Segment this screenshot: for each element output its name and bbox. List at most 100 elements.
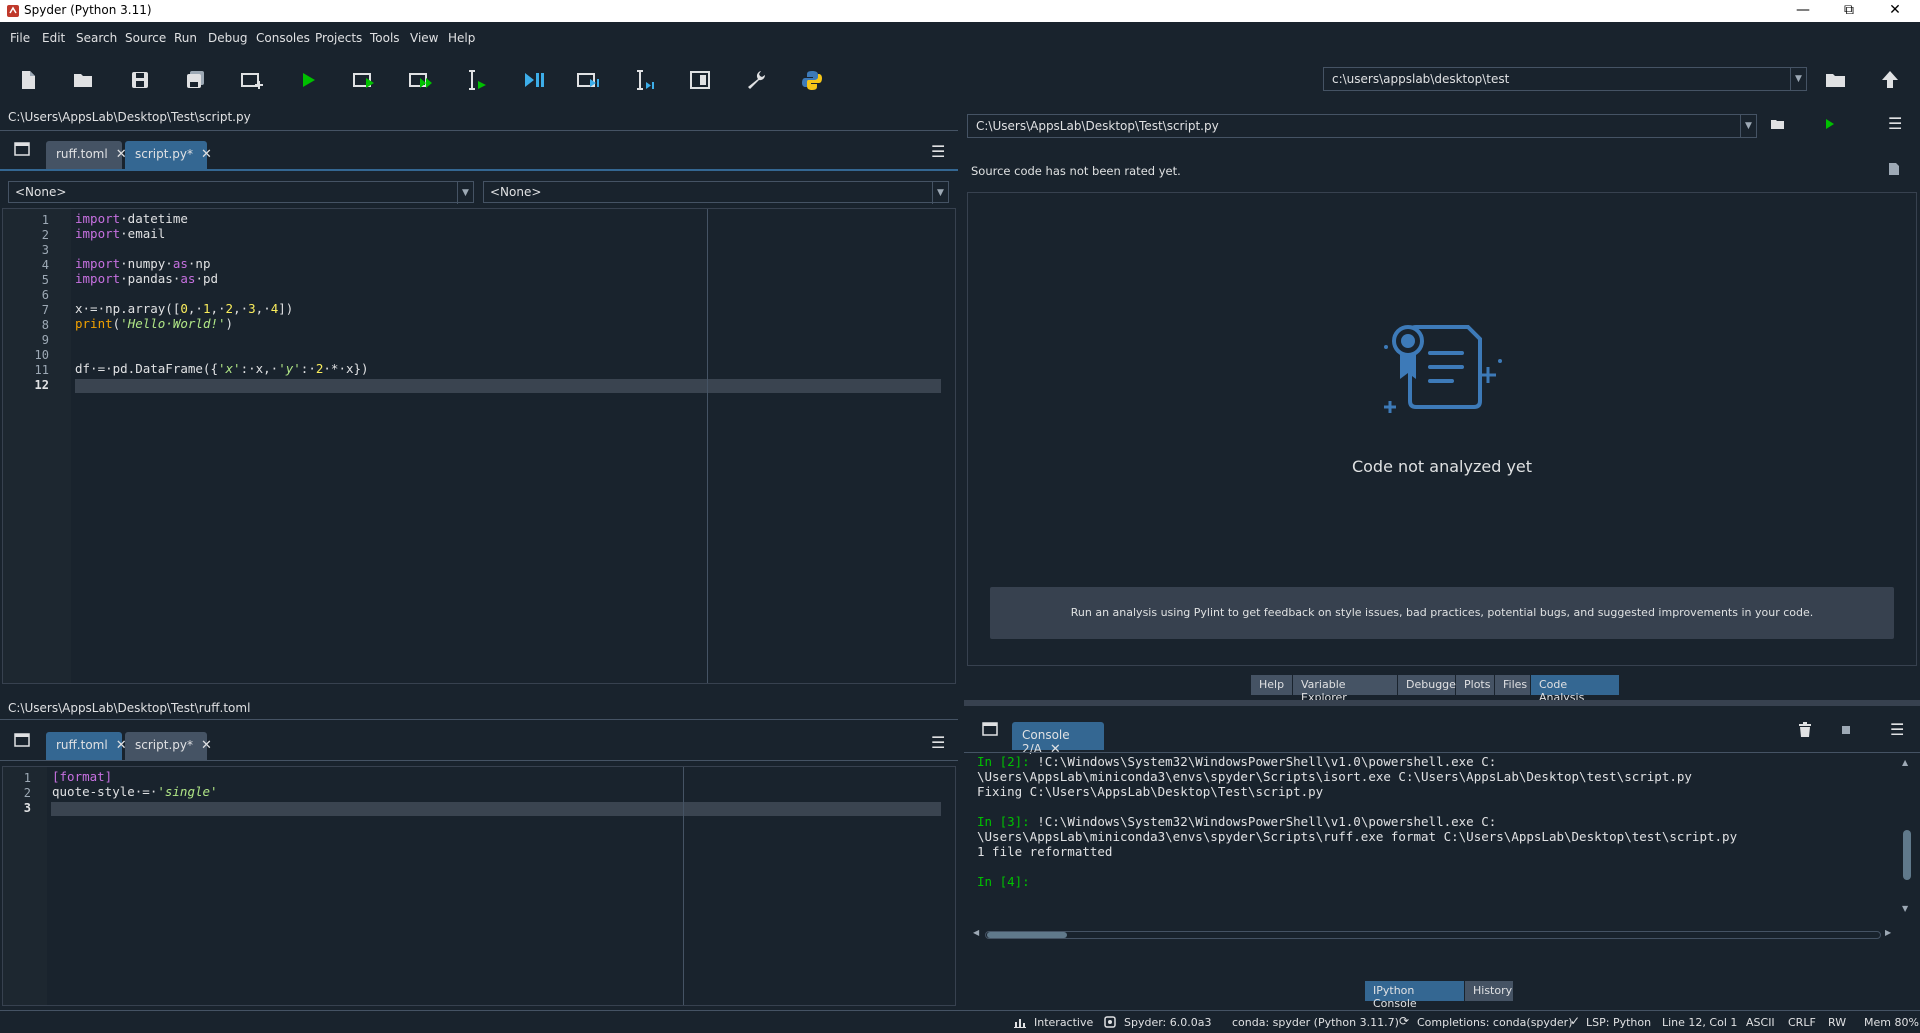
tab-ruff-toml[interactable]: ruff.toml ✕ — [46, 141, 127, 169]
status-environment[interactable]: conda: spyder (Python 3.11.7) — [1232, 1016, 1399, 1029]
vertical-scrollbar[interactable]: ▲ ▼ — [1901, 758, 1913, 914]
interrupt-kernel-button[interactable] — [1840, 724, 1852, 739]
menu-search[interactable]: Search — [76, 31, 117, 45]
preferences-button[interactable] — [740, 64, 772, 96]
code-editor[interactable]: 1 2 3 4 5 6 7 8 9 10 11 12 import·dateti… — [2, 208, 956, 684]
menu-help[interactable]: Help — [448, 31, 475, 45]
code-editor[interactable]: 1 2 3 [format] quote-style·=·'single' — [2, 766, 956, 1006]
close-icon[interactable]: ✕ — [201, 147, 212, 162]
status-interactive[interactable]: Interactive — [1034, 1016, 1093, 1029]
tab-files[interactable]: Files — [1495, 675, 1530, 695]
tab-script-py[interactable]: script.py* ✕ — [125, 732, 212, 760]
scrollbar-thumb[interactable] — [987, 932, 1067, 938]
horizontal-splitter[interactable] — [0, 686, 958, 692]
save-all-button[interactable] — [180, 64, 212, 96]
document-icon — [1889, 163, 1899, 175]
menu-debug[interactable]: Debug — [208, 31, 247, 45]
scroll-up-icon[interactable]: ▲ — [1902, 758, 1908, 767]
run-analysis-button[interactable] — [1822, 116, 1838, 135]
options-menu-icon[interactable]: ☰ — [931, 733, 945, 752]
console-line: \Users\AppsLab\miniconda3\envs\spyder\Sc… — [977, 829, 1738, 844]
debug-cell-button[interactable] — [572, 64, 604, 96]
menu-view[interactable]: View — [410, 31, 438, 45]
open-file-button[interactable] — [68, 64, 100, 96]
status-spyder-version[interactable]: Spyder: 6.0.0a3 — [1124, 1016, 1211, 1029]
clear-console-button[interactable] — [1798, 722, 1812, 741]
menu-file[interactable]: File — [10, 31, 30, 45]
browse-directory-button[interactable] — [1820, 64, 1852, 96]
line-number: 10 — [34, 348, 49, 362]
debug-cell-icon — [577, 73, 599, 87]
tab-ipython-console[interactable]: IPython Console — [1365, 981, 1464, 1010]
debug-selection-button[interactable] — [628, 64, 660, 96]
save-button[interactable] — [124, 64, 156, 96]
scroll-down-icon[interactable]: ▼ — [1902, 904, 1908, 913]
options-menu-icon[interactable]: ☰ — [931, 142, 945, 161]
console-output[interactable]: In [2]: !C:\Windows\System32\WindowsPowe… — [967, 754, 1917, 994]
maximize-pane-button[interactable] — [684, 64, 716, 96]
history-button[interactable] — [1888, 162, 1900, 179]
console-line: 1 file reformatted — [977, 844, 1113, 859]
debug-file-button[interactable] — [516, 64, 548, 96]
options-menu-icon[interactable]: ☰ — [1890, 720, 1904, 739]
chevron-down-icon[interactable]: ▼ — [1740, 115, 1756, 137]
run-cell-button[interactable] — [348, 64, 380, 96]
chevron-down-icon[interactable]: ▼ — [932, 182, 948, 204]
browse-tabs-button[interactable] — [14, 142, 30, 159]
select-file-button[interactable] — [1770, 116, 1786, 135]
edge-line — [707, 209, 708, 683]
tab-help[interactable]: Help — [1251, 675, 1292, 695]
empty-state-hint: Run an analysis using Pylint to get feed… — [990, 587, 1894, 639]
menu-tools[interactable]: Tools — [370, 31, 400, 45]
status-encoding: ASCII — [1746, 1016, 1775, 1029]
run-file-button[interactable] — [292, 64, 324, 96]
line-number-gutter: 1 2 3 — [3, 767, 47, 1005]
tab-history[interactable]: History — [1465, 981, 1513, 1001]
options-menu-icon[interactable]: ☰ — [1888, 114, 1902, 133]
scroll-left-icon[interactable]: ◀ — [973, 928, 979, 937]
tab-console[interactable]: Console 2/A ✕ — [1012, 722, 1104, 757]
tab-debugger[interactable]: Debugger — [1398, 675, 1460, 695]
editor-file-path: C:\Users\AppsLab\Desktop\Test\script.py — [8, 110, 251, 124]
tab-plots[interactable]: Plots — [1456, 675, 1494, 695]
status-memory: Mem 80% — [1864, 1016, 1919, 1029]
close-window-button[interactable]: ✕ — [1872, 0, 1918, 22]
class-selector[interactable]: <None> ▼ — [8, 181, 474, 204]
chevron-down-icon[interactable]: ▼ — [457, 182, 473, 204]
working-directory-combo[interactable]: c:\users\appslab\desktop\test ▼ — [1323, 67, 1807, 91]
horizontal-scrollbar[interactable]: ◀ ▶ — [973, 928, 1893, 940]
chart-icon — [1014, 1019, 1026, 1028]
close-icon[interactable]: ✕ — [201, 738, 212, 753]
status-completions[interactable]: Completions: conda(spyder) — [1417, 1016, 1573, 1029]
tab-ruff-toml[interactable]: ruff.toml ✕ — [46, 732, 127, 760]
menu-projects[interactable]: Projects — [315, 31, 362, 45]
run-cell-advance-button[interactable] — [404, 64, 436, 96]
chevron-down-icon[interactable]: ▼ — [1790, 68, 1806, 90]
tab-variable-explorer[interactable]: Variable Explorer — [1293, 675, 1397, 704]
new-file-button[interactable] — [12, 64, 44, 96]
window-icon — [14, 733, 30, 747]
menu-consoles[interactable]: Consoles — [256, 31, 310, 45]
status-lsp[interactable]: LSP: Python — [1586, 1016, 1651, 1029]
scroll-right-icon[interactable]: ▶ — [1885, 928, 1891, 937]
line-number: 7 — [41, 303, 49, 317]
menu-bar: File Edit Search Source Run Debug Consol… — [0, 22, 1920, 54]
tab-underline — [0, 760, 958, 761]
new-cell-button[interactable] — [236, 64, 268, 96]
menu-edit[interactable]: Edit — [42, 31, 65, 45]
menu-run[interactable]: Run — [174, 31, 197, 45]
tab-code-analysis[interactable]: Code Analysis — [1531, 675, 1619, 704]
analysis-file-combo[interactable]: C:\Users\AppsLab\Desktop\Test\script.py … — [967, 114, 1757, 138]
scrollbar-thumb[interactable] — [1903, 830, 1911, 880]
pythonpath-manager-button[interactable] — [796, 64, 828, 96]
parent-directory-button[interactable] — [1874, 64, 1906, 96]
minimize-button[interactable]: — — [1780, 0, 1826, 22]
menu-source[interactable]: Source — [125, 31, 166, 45]
function-selector[interactable]: <None> ▼ — [483, 181, 949, 204]
run-selection-button[interactable] — [460, 64, 492, 96]
maximize-button[interactable]: ⧉ — [1826, 0, 1872, 22]
line-number: 11 — [34, 363, 49, 377]
tab-script-py[interactable]: script.py* ✕ — [125, 141, 212, 169]
browse-tabs-button[interactable] — [982, 722, 998, 739]
browse-tabs-button[interactable] — [14, 733, 30, 750]
